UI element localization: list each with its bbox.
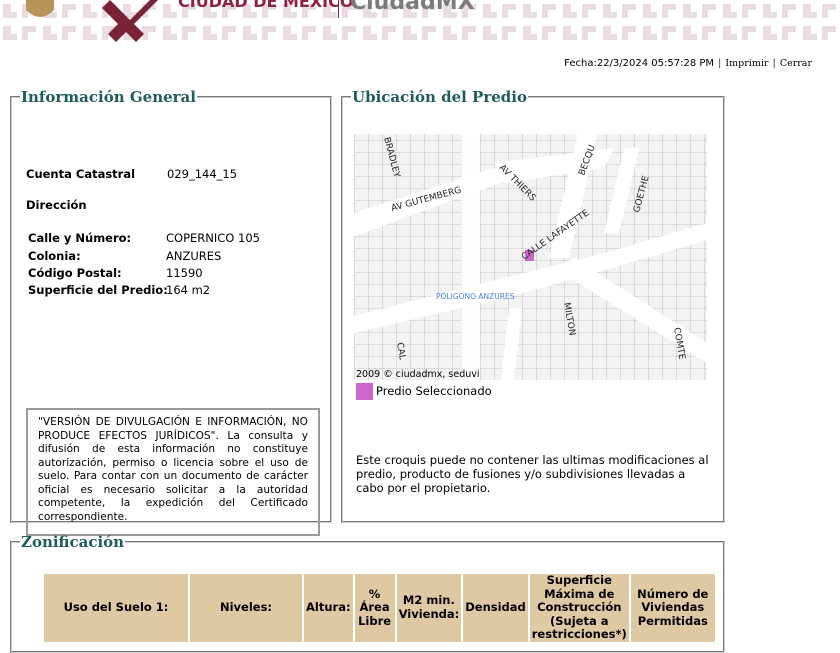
disclaimer-box: "VERSIÓN DE DIVULGACIÓN E INFORMACIÓN, N… bbox=[26, 408, 320, 536]
direccion-label: Dirección bbox=[26, 198, 87, 212]
table-header-row: Uso del Suelo 1: Niveles: Altura: % Área… bbox=[44, 573, 715, 642]
col-niveles: Niveles: bbox=[190, 574, 302, 642]
calle-value: COPERNICO 105 bbox=[166, 231, 260, 245]
superficie-value: 164 m2 bbox=[166, 283, 211, 297]
print-link[interactable]: Imprimir bbox=[725, 58, 768, 69]
calle-label: Calle y Número: bbox=[28, 231, 132, 245]
map-svg: BRADLEY AV GUTEMBERG AV THIERS BECQU GOE… bbox=[354, 128, 707, 380]
cuenta-value: 029_144_15 bbox=[167, 167, 238, 181]
location-map[interactable]: BRADLEY AV GUTEMBERG AV THIERS BECQU GOE… bbox=[354, 128, 707, 380]
col-viviendas: Número de Viviendas Permitidas bbox=[630, 574, 715, 642]
date-text: Fecha:22/3/2024 05:57:28 PM bbox=[564, 58, 715, 69]
close-link[interactable]: Cerrar bbox=[780, 58, 812, 69]
cp-label: Código Postal: bbox=[28, 266, 122, 280]
header-banner: CIUDAD DE MÉXICO CiudadMX bbox=[0, 0, 840, 44]
col-m2-min: M2 min. Vivienda: bbox=[396, 574, 462, 642]
brand-ciudadmx: CiudadMX bbox=[350, 0, 475, 15]
info-general-panel: Información General Cuenta Catastral 029… bbox=[10, 88, 332, 536]
ubicacion-title: Ubicación del Predio bbox=[352, 88, 527, 106]
superficie-label: Superficie del Predio: bbox=[28, 283, 168, 297]
zonificacion-title: Zonificación bbox=[21, 533, 125, 551]
area-label: POLIGONO ANZURES bbox=[436, 292, 515, 301]
ubicacion-panel: Ubicación del Predio BRADLEY AV GUTEMBER… bbox=[341, 88, 725, 523]
colonia-label: Colonia: bbox=[28, 249, 81, 263]
col-area-libre: % Área Libre bbox=[354, 574, 395, 642]
col-uso-suelo: Uso del Suelo 1: bbox=[44, 574, 188, 642]
cp-value: 11590 bbox=[166, 266, 203, 280]
col-superficie-max: Superficie Máxima de Construcción (Sujet… bbox=[529, 573, 629, 642]
legend-label: Predio Seleccionado bbox=[376, 384, 492, 398]
top-bar: Fecha:22/3/2024 05:57:28 PM | Imprimir | Cer… bbox=[564, 58, 812, 69]
brand-divider bbox=[338, 0, 339, 18]
colonia-value: ANZURES bbox=[166, 249, 222, 263]
info-general-title: Información General bbox=[21, 88, 196, 106]
cuenta-label: Cuenta Catastral bbox=[26, 167, 136, 181]
zonificacion-table: Uso del Suelo 1: Niveles: Altura: % Área… bbox=[42, 572, 717, 644]
map-copyright: 2009 © ciudadmx, seduvi bbox=[356, 369, 480, 380]
col-altura: Altura: bbox=[304, 574, 353, 642]
brand-text: CIUDAD DE MÉXICO bbox=[178, 0, 354, 11]
col-densidad: Densidad bbox=[463, 574, 528, 642]
legend-swatch bbox=[356, 383, 373, 400]
zonificacion-panel: Zonificación Uso del Suelo 1: Niveles: A… bbox=[10, 533, 725, 653]
map-note: Este croquis puede no contener las ultim… bbox=[356, 453, 709, 495]
